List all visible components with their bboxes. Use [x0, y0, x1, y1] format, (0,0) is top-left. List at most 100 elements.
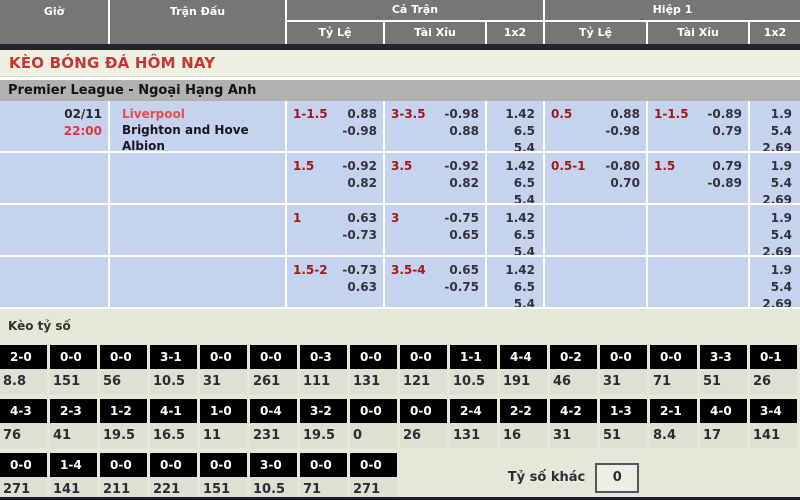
score-cell[interactable]: 4-4	[500, 345, 547, 369]
firsthalf-1x2-cell[interactable]: 1.95.42.69	[750, 205, 800, 255]
firsthalf-handicap-cell[interactable]: 0.50.88-0.98	[545, 101, 648, 151]
score-cell[interactable]: 4-1	[150, 399, 197, 423]
score-cell[interactable]: 0-2	[550, 345, 597, 369]
score-odds-cell[interactable]: 31	[200, 369, 247, 394]
score-odds-cell[interactable]: 131	[450, 423, 497, 448]
fulltime-handicap-cell[interactable]: 1.5-2-0.730.63	[287, 257, 385, 307]
score-cell[interactable]: 4-2	[550, 399, 597, 423]
score-odds-cell[interactable]: 51	[700, 369, 747, 394]
score-cell[interactable]: 0-0	[100, 453, 147, 477]
score-odds-cell[interactable]: 10.5	[450, 369, 497, 394]
score-cell[interactable]: 0-0	[350, 399, 397, 423]
score-cell[interactable]: 0-0	[650, 345, 697, 369]
score-odds-cell[interactable]: 261	[250, 369, 297, 394]
score-odds-cell[interactable]: 0	[350, 423, 397, 448]
fulltime-1x2-cell[interactable]: 1.426.55.4	[487, 101, 545, 151]
score-odds-cell[interactable]: 51	[600, 423, 647, 448]
match-date: 02/11	[0, 106, 102, 123]
firsthalf-overunder-cell[interactable]: 1.50.79-0.89	[648, 153, 750, 203]
score-odds-cell[interactable]: 8.8	[0, 369, 47, 394]
fulltime-handicap-cell[interactable]: 1-1.50.88-0.98	[287, 101, 385, 151]
fulltime-handicap-cell[interactable]: 1.5-0.920.82	[287, 153, 385, 203]
score-cell[interactable]: 0-0	[400, 345, 447, 369]
score-odds-cell[interactable]: 46	[550, 369, 597, 394]
score-cell[interactable]: 3-1	[150, 345, 197, 369]
score-cell[interactable]: 0-0	[350, 453, 397, 477]
score-cell[interactable]: 3-3	[700, 345, 747, 369]
score-odds-cell[interactable]: 151	[50, 369, 97, 394]
score-odds-cell[interactable]: 41	[50, 423, 97, 448]
score-cell[interactable]: 0-1	[750, 345, 797, 369]
score-cell[interactable]: 3-0	[250, 453, 297, 477]
firsthalf-1x2-cell[interactable]: 1.95.42.69	[750, 101, 800, 151]
score-cell[interactable]: 0-4	[250, 399, 297, 423]
score-cell[interactable]: 2-4	[450, 399, 497, 423]
score-odds-cell[interactable]: 191	[500, 369, 547, 394]
score-cell[interactable]: 1-2	[100, 399, 147, 423]
score-odds-cell[interactable]: 131	[350, 369, 397, 394]
handicap-line: 1.5	[293, 158, 314, 203]
odds-values: 0.88-0.98	[342, 106, 377, 151]
score-odds-cell[interactable]: 141	[750, 423, 797, 448]
score-cell[interactable]: 0-0	[150, 453, 197, 477]
score-odds-cell[interactable]: 17	[700, 423, 747, 448]
score-odds-cell[interactable]: 31	[600, 369, 647, 394]
score-cell[interactable]: 1-0	[200, 399, 247, 423]
fulltime-overunder-cell[interactable]: 3-3.5-0.980.88	[385, 101, 487, 151]
score-cell[interactable]: 3-2	[300, 399, 347, 423]
score-cell[interactable]: 0-0	[0, 453, 47, 477]
fulltime-1x2-cell[interactable]: 1.426.55.4	[487, 257, 545, 307]
score-cell[interactable]: 3-4	[750, 399, 797, 423]
handicap-line: 1.5-2	[293, 262, 328, 307]
firsthalf-1x2-cell[interactable]: 1.95.42.69	[750, 153, 800, 203]
score-odds-cell[interactable]: 76	[0, 423, 47, 448]
score-cell[interactable]: 1-1	[450, 345, 497, 369]
score-cell[interactable]: 0-0	[200, 345, 247, 369]
score-odds-cell[interactable]: 16	[500, 423, 547, 448]
score-cell[interactable]: 2-1	[650, 399, 697, 423]
score-cell[interactable]: 0-0	[300, 453, 347, 477]
odds-row: 1.5-2-0.730.633.5-40.65-0.751.426.55.4 1.…	[0, 257, 800, 307]
other-score-label: Tỷ số khác	[508, 470, 585, 485]
other-score-value-box[interactable]: 0	[595, 463, 639, 493]
score-cell[interactable]: 0-0	[50, 345, 97, 369]
score-cell[interactable]: 4-0	[700, 399, 747, 423]
score-odds-cell[interactable]: 26	[400, 423, 447, 448]
score-odds-cell[interactable]: 71	[650, 369, 697, 394]
score-cell[interactable]: 0-0	[200, 453, 247, 477]
score-odds-cell[interactable]: 11	[200, 423, 247, 448]
score-odds-cell[interactable]: 26	[750, 369, 797, 394]
fulltime-overunder-cell[interactable]: 3-0.750.65	[385, 205, 487, 255]
score-odds-cell[interactable]: 231	[250, 423, 297, 448]
score-odds-cell[interactable]: 31	[550, 423, 597, 448]
score-odds-cell[interactable]: 16.5	[150, 423, 197, 448]
score-cell[interactable]: 2-2	[500, 399, 547, 423]
score-cell[interactable]: 1-4	[50, 453, 97, 477]
score-cell[interactable]: 0-0	[600, 345, 647, 369]
fulltime-handicap-cell[interactable]: 10.63-0.73	[287, 205, 385, 255]
fulltime-1x2-cell[interactable]: 1.426.55.4	[487, 153, 545, 203]
score-cell[interactable]: 1-3	[600, 399, 647, 423]
fulltime-1x2-cell[interactable]: 1.426.55.4	[487, 205, 545, 255]
score-cell[interactable]: 4-3	[0, 399, 47, 423]
score-odds-cell[interactable]: 10.5	[150, 369, 197, 394]
firsthalf-handicap-cell[interactable]: 0.5-1-0.800.70	[545, 153, 648, 203]
score-cell[interactable]: 0-0	[350, 345, 397, 369]
score-odds-cell[interactable]: 111	[300, 369, 347, 394]
firsthalf-overunder-cell[interactable]: 1-1.5-0.890.79	[648, 101, 750, 151]
firsthalf-1x2-cell[interactable]: 1.95.42.69	[750, 257, 800, 307]
score-cell[interactable]: 0-0	[400, 399, 447, 423]
handicap-line: 1-1.5	[654, 106, 689, 151]
score-odds-cell[interactable]: 56	[100, 369, 147, 394]
score-cell[interactable]: 0-0	[250, 345, 297, 369]
score-cell[interactable]: 0-3	[300, 345, 347, 369]
score-odds-cell[interactable]: 19.5	[100, 423, 147, 448]
fulltime-overunder-cell[interactable]: 3.5-0.920.82	[385, 153, 487, 203]
score-odds-cell[interactable]: 8.4	[650, 423, 697, 448]
score-cell[interactable]: 2-0	[0, 345, 47, 369]
score-odds-cell[interactable]: 121	[400, 369, 447, 394]
score-cell[interactable]: 2-3	[50, 399, 97, 423]
fulltime-overunder-cell[interactable]: 3.5-40.65-0.75	[385, 257, 487, 307]
score-odds-cell[interactable]: 19.5	[300, 423, 347, 448]
score-cell[interactable]: 0-0	[100, 345, 147, 369]
